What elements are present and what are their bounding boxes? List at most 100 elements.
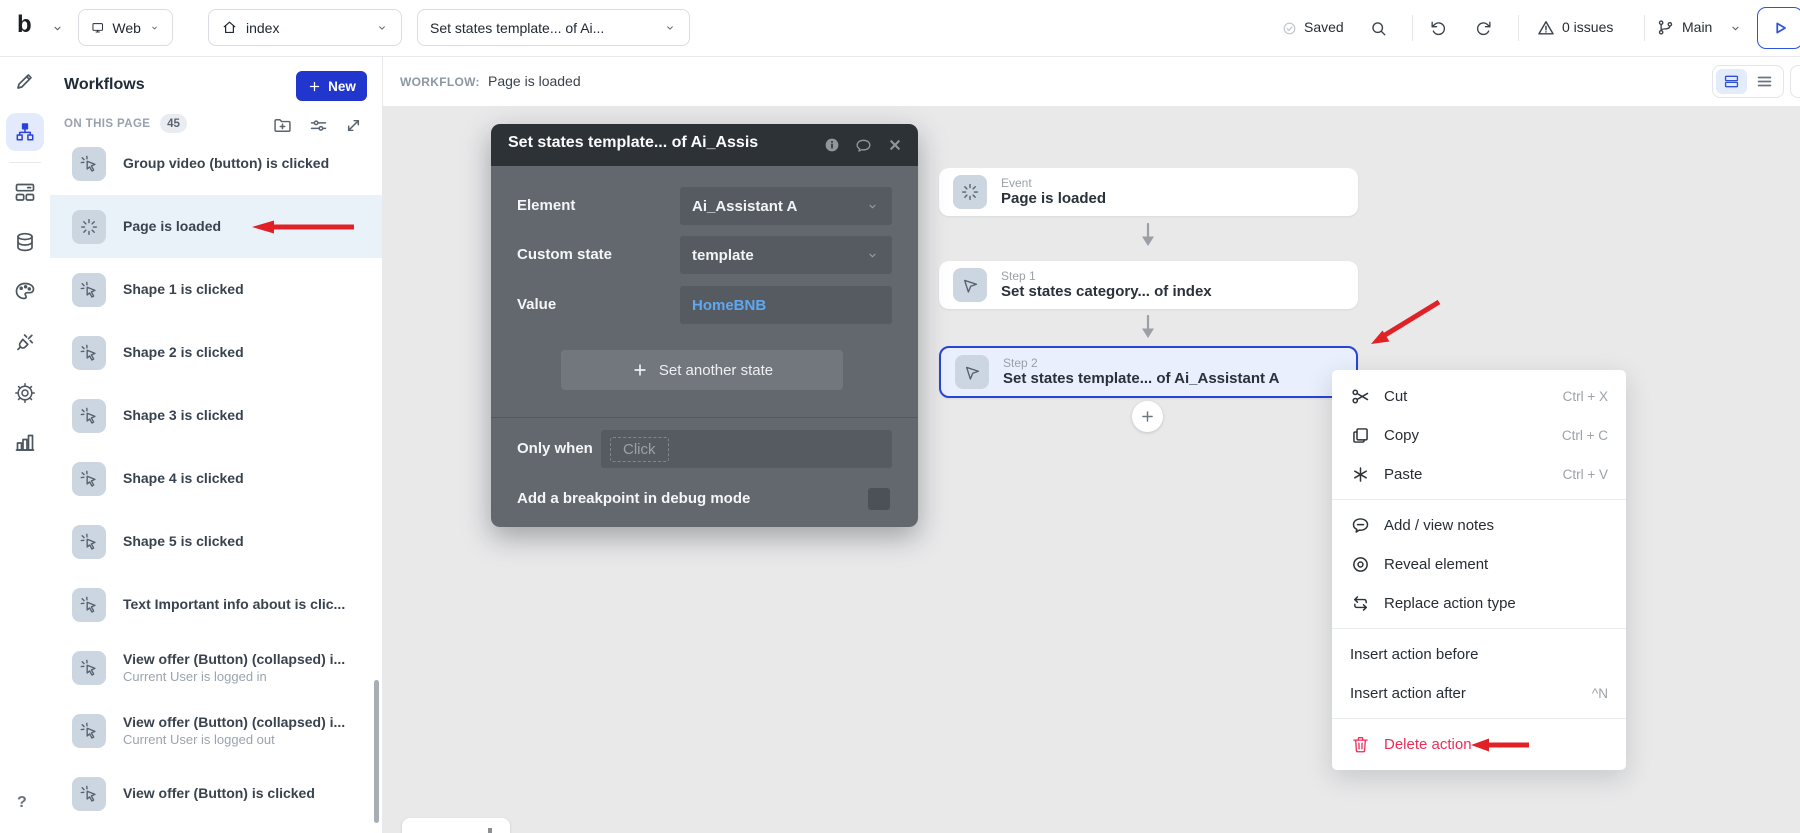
rail-item-styles[interactable] (11, 277, 39, 305)
custom-state-value: template (692, 247, 754, 264)
rail-item-design[interactable] (11, 67, 39, 95)
workflow-item-label: Shape 1 is clicked (123, 281, 244, 298)
set-another-state-button[interactable]: Set another state (561, 350, 843, 390)
rail-item-logs[interactable] (11, 428, 39, 456)
menu-item-paste[interactable]: Paste Ctrl + V (1332, 455, 1626, 494)
value-expression[interactable]: HomeBNB (692, 297, 766, 314)
workflow-list-item[interactable]: Text Important info about is clic... (50, 573, 382, 636)
new-workflow-button[interactable]: New (296, 71, 367, 101)
page-label: index (246, 20, 279, 36)
close-icon[interactable] (886, 136, 904, 154)
step2-card-selected[interactable]: Step 2 Set states template... of Ai_Assi… (939, 346, 1358, 398)
help-icon[interactable]: ? (17, 794, 27, 812)
menu-item-reveal[interactable]: Reveal element (1332, 545, 1626, 584)
workflow-canvas[interactable]: WORKFLOW: Page is loaded Event Page is l… (382, 56, 1800, 833)
workflow-list-item[interactable]: View offer (Button) is clicked (50, 762, 382, 825)
palette-icon (13, 279, 37, 303)
only-when-input[interactable]: Click (601, 430, 892, 468)
step1-card[interactable]: Step 1 Set states category... of index (939, 261, 1358, 309)
list-view-icon (1755, 72, 1774, 91)
workflow-list-item[interactable]: Shape 1 is clicked (50, 258, 382, 321)
breakpoint-checkbox[interactable] (868, 488, 890, 510)
list-view-button[interactable] (1749, 69, 1780, 94)
menu-label: Delete action (1384, 736, 1472, 753)
zoom-control-partial[interactable] (402, 818, 510, 833)
undo-icon[interactable] (1429, 18, 1448, 37)
trash-icon (1350, 734, 1371, 755)
workflow-list-item[interactable]: Shape 4 is clicked (50, 447, 382, 510)
chevron-down-icon[interactable] (1728, 21, 1743, 36)
workflow-list-item[interactable]: View offer (Button) (collapsed) i... Cur… (50, 636, 382, 699)
click-icon (78, 468, 100, 490)
menu-label: Copy (1384, 427, 1419, 444)
logo-chevron-down-icon[interactable] (50, 21, 65, 36)
add-action-button[interactable] (1132, 401, 1163, 432)
workflow-list-item[interactable]: Group video (button) is clicked (50, 132, 382, 195)
platform-dropdown[interactable]: Web (78, 9, 173, 46)
menu-label: Reveal element (1384, 556, 1488, 573)
click-icon (78, 153, 100, 175)
menu-item-copy[interactable]: Copy Ctrl + C (1332, 416, 1626, 455)
issues-count[interactable]: 0 issues (1562, 19, 1613, 35)
page-dropdown[interactable]: index (208, 9, 402, 46)
paste-asterisk-icon (1350, 464, 1371, 485)
rail-item-data[interactable] (11, 228, 39, 256)
rail-item-workflows[interactable] (6, 113, 44, 151)
clipped-toolbar-button[interactable] (1790, 65, 1800, 98)
preview-button[interactable] (1757, 7, 1800, 49)
card-kind: Event (1001, 176, 1106, 190)
dialog-divider (491, 417, 918, 418)
workflow-item-condition: Current User is logged in (123, 668, 345, 685)
redo-icon[interactable] (1474, 18, 1493, 37)
chevron-down-icon (149, 21, 160, 35)
comment-icon[interactable] (854, 136, 873, 155)
database-icon (13, 230, 37, 254)
workflow-list-item[interactable]: Shape 5 is clicked (50, 510, 382, 573)
workflow-list-item[interactable]: View offer (Button) (collapsed) i... Cur… (50, 699, 382, 762)
search-icon[interactable] (1369, 19, 1388, 38)
workflow-item-label: Shape 5 is clicked (123, 533, 244, 550)
chevron-down-icon (375, 21, 389, 35)
page-load-spinner-icon (78, 216, 100, 238)
zoom-control-mark (488, 828, 492, 833)
menu-item-insert-before[interactable]: Insert action before (1332, 635, 1626, 674)
play-icon (1769, 17, 1791, 39)
only-when-label: Only when (517, 440, 593, 457)
swap-icon (1350, 593, 1371, 614)
menu-shortcut: ^N (1592, 686, 1608, 701)
view-toggle (1712, 65, 1784, 98)
element-dropdown[interactable]: Ai_Assistant A (680, 187, 892, 225)
plus-icon (307, 79, 322, 94)
workflow-list-item-selected[interactable]: Page is loaded (50, 195, 382, 258)
value-expression-field[interactable]: HomeBNB (680, 286, 892, 324)
bubble-logo[interactable]: b (17, 11, 32, 39)
workflows-panel: Workflows New ON THIS PAGE 45 Group vide… (50, 56, 383, 833)
workflow-list-item[interactable]: Shape 2 is clicked (50, 321, 382, 384)
menu-label: Insert action after (1350, 685, 1466, 702)
workflow-select-dropdown[interactable]: Set states template... of Ai... (417, 9, 690, 46)
menu-item-notes[interactable]: Add / view notes (1332, 506, 1626, 545)
menu-shortcut: Ctrl + V (1563, 467, 1608, 482)
info-icon[interactable] (823, 136, 841, 154)
card-view-button[interactable] (1716, 69, 1747, 94)
chevron-down-icon (663, 21, 677, 35)
rail-item-settings[interactable] (11, 379, 39, 407)
dialog-header[interactable]: Set states template... of Ai_Assis (491, 124, 918, 166)
menu-item-replace[interactable]: Replace action type (1332, 584, 1626, 623)
bubble-workflow-editor: b Web index Set states template... of Ai… (0, 0, 1800, 833)
dialog-title: Set states template... of Ai_Assis (508, 134, 758, 152)
value-field-label: Value (517, 296, 556, 313)
custom-state-dropdown[interactable]: template (680, 236, 892, 274)
workflow-caption: WORKFLOW: (400, 75, 480, 89)
rail-item-components[interactable] (11, 178, 39, 206)
branch-name[interactable]: Main (1682, 19, 1712, 35)
menu-item-insert-after[interactable]: Insert action after ^N (1332, 674, 1626, 713)
panel-scrollbar[interactable] (374, 680, 379, 823)
menu-item-delete-action[interactable]: Delete action (1332, 725, 1626, 764)
event-card[interactable]: Event Page is loaded (939, 168, 1358, 216)
only-when-placeholder[interactable]: Click (610, 437, 669, 462)
rail-item-plugins[interactable] (11, 328, 39, 356)
card-kind: Step 1 (1001, 269, 1212, 283)
menu-item-cut[interactable]: Cut Ctrl + X (1332, 377, 1626, 416)
workflow-list-item[interactable]: Shape 3 is clicked (50, 384, 382, 447)
